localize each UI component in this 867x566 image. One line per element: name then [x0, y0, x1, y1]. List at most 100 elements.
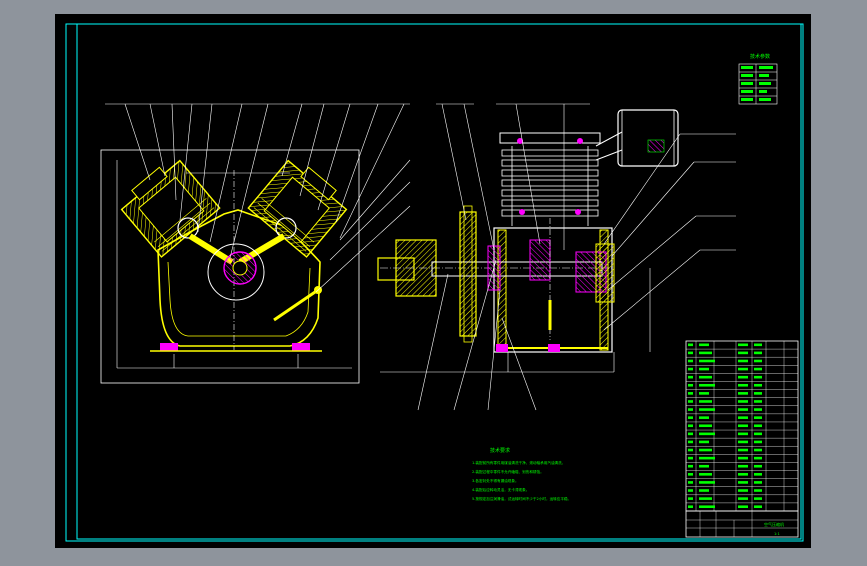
side-foot-left	[496, 344, 508, 352]
parts-cell-mark	[738, 416, 748, 419]
parts-cell-mark	[754, 473, 762, 476]
parts-cell-mark	[754, 465, 762, 468]
parts-cell-mark	[738, 505, 748, 508]
parts-cell-mark	[699, 376, 712, 379]
parts-cell-mark	[699, 465, 709, 468]
left-foot	[160, 343, 178, 351]
parts-cell-mark	[738, 497, 748, 500]
parts-cell-mark	[688, 457, 693, 460]
parts-cell-mark	[754, 497, 762, 500]
parts-cell-mark	[688, 400, 693, 403]
parts-cell-mark	[699, 489, 709, 492]
parts-cell-mark	[754, 505, 762, 508]
parts-cell-mark	[738, 441, 748, 444]
parts-cell-mark	[738, 384, 748, 387]
tech-note-2: 2.装配过程中零件不允许磕碰、划伤和锈蚀。	[472, 469, 544, 474]
parts-cell-mark	[688, 473, 693, 476]
parts-cell-mark	[754, 489, 762, 492]
parts-cell-mark	[699, 400, 712, 403]
parts-cell-mark	[688, 489, 693, 492]
parts-cell-mark	[688, 433, 693, 436]
parts-cell-mark	[688, 449, 693, 452]
parts-cell-mark	[754, 384, 762, 387]
parts-cell-mark	[754, 424, 762, 427]
parts-cell-mark	[688, 481, 693, 484]
parts-cell-mark	[688, 416, 693, 419]
parts-cell-mark	[754, 352, 762, 355]
parts-cell-mark	[754, 457, 762, 460]
cad-viewport: 技术参数 技术要求 1.装配前所有零件用煤油清洗干净，滚动轴承用汽油清洗。 2.…	[0, 0, 867, 562]
parts-cell-mark	[688, 376, 693, 379]
parts-cell-mark	[738, 400, 748, 403]
parts-cell-mark	[699, 352, 712, 355]
parts-cell-mark	[738, 368, 748, 371]
parts-cell-mark	[754, 368, 762, 371]
parts-cell-mark	[699, 368, 709, 371]
tech-req-title: 技术要求	[490, 447, 510, 454]
parts-cell-mark	[699, 344, 709, 347]
parts-cell-mark	[688, 465, 693, 468]
parts-cell-mark	[738, 424, 748, 427]
parts-cell-mark	[738, 489, 748, 492]
parts-cell-mark	[738, 481, 748, 484]
parts-cell-mark	[738, 457, 748, 460]
parts-cell-mark	[699, 424, 712, 427]
parts-cell-mark	[754, 400, 762, 403]
parts-cell-mark	[688, 384, 693, 387]
parts-cell-mark	[738, 392, 748, 395]
parts-cell-mark	[699, 433, 715, 436]
tech-note-5: 5.按规定加注润滑油，试运转时间不少于2小时，运转应平稳。	[472, 496, 571, 501]
parts-cell-mark	[738, 449, 748, 452]
side-conrod	[530, 240, 550, 280]
parts-cell-mark	[699, 505, 715, 508]
parts-cell-mark	[738, 352, 748, 355]
parts-cell-mark	[754, 441, 762, 444]
parts-cell-mark	[754, 433, 762, 436]
title-block-name: 空气压缩机	[764, 521, 784, 527]
parts-cell-mark	[688, 505, 693, 508]
tech-note-3: 3.各密封处不得有漏油现象。	[472, 478, 519, 483]
parts-cell-mark	[754, 481, 762, 484]
parts-cell-mark	[738, 465, 748, 468]
parts-cell-mark	[754, 408, 762, 411]
parts-cell-mark	[688, 360, 693, 363]
parts-cell-mark	[688, 497, 693, 500]
parts-cell-mark	[688, 352, 693, 355]
crank-journal	[233, 261, 247, 275]
parts-cell-mark	[699, 408, 715, 411]
parts-cell-mark	[738, 433, 748, 436]
drawing-canvas: 技术参数 技术要求 1.装配前所有零件用煤油清洗干净，滚动轴承用汽油清洗。 2.…	[0, 0, 867, 562]
title-block-scale: 1:1	[774, 532, 780, 536]
parts-cell-mark	[688, 441, 693, 444]
parts-cell-mark	[754, 392, 762, 395]
parts-cell-mark	[688, 424, 693, 427]
tech-note-1: 1.装配前所有零件用煤油清洗干净，滚动轴承用汽油清洗。	[472, 460, 565, 465]
parts-cell-mark	[754, 416, 762, 419]
parts-cell-mark	[699, 392, 709, 395]
parts-cell-mark	[738, 344, 748, 347]
spec-table-title: 技术参数	[750, 53, 770, 60]
parts-cell-mark	[699, 360, 715, 363]
parts-cell-mark	[738, 473, 748, 476]
side-foot-center	[548, 344, 560, 352]
parts-cell-mark	[699, 384, 715, 387]
parts-cell-mark	[738, 360, 748, 363]
rear-cover	[596, 244, 614, 302]
parts-cell-mark	[699, 416, 709, 419]
parts-cell-mark	[699, 481, 715, 484]
parts-cell-mark	[688, 408, 693, 411]
parts-cell-mark	[738, 408, 748, 411]
parts-cell-mark	[688, 392, 693, 395]
parts-cell-mark	[754, 376, 762, 379]
tech-note-4: 4.装配后应转动灵活，无卡滞现象。	[472, 487, 529, 492]
parts-cell-mark	[699, 449, 712, 452]
parts-cell-mark	[688, 344, 693, 347]
parts-cell-mark	[754, 344, 762, 347]
parts-cell-mark	[688, 368, 693, 371]
parts-cell-mark	[738, 376, 748, 379]
right-foot	[292, 343, 310, 351]
parts-cell-mark	[754, 360, 762, 363]
parts-cell-mark	[699, 457, 715, 460]
parts-cell-mark	[699, 441, 709, 444]
parts-cell-mark	[699, 473, 712, 476]
